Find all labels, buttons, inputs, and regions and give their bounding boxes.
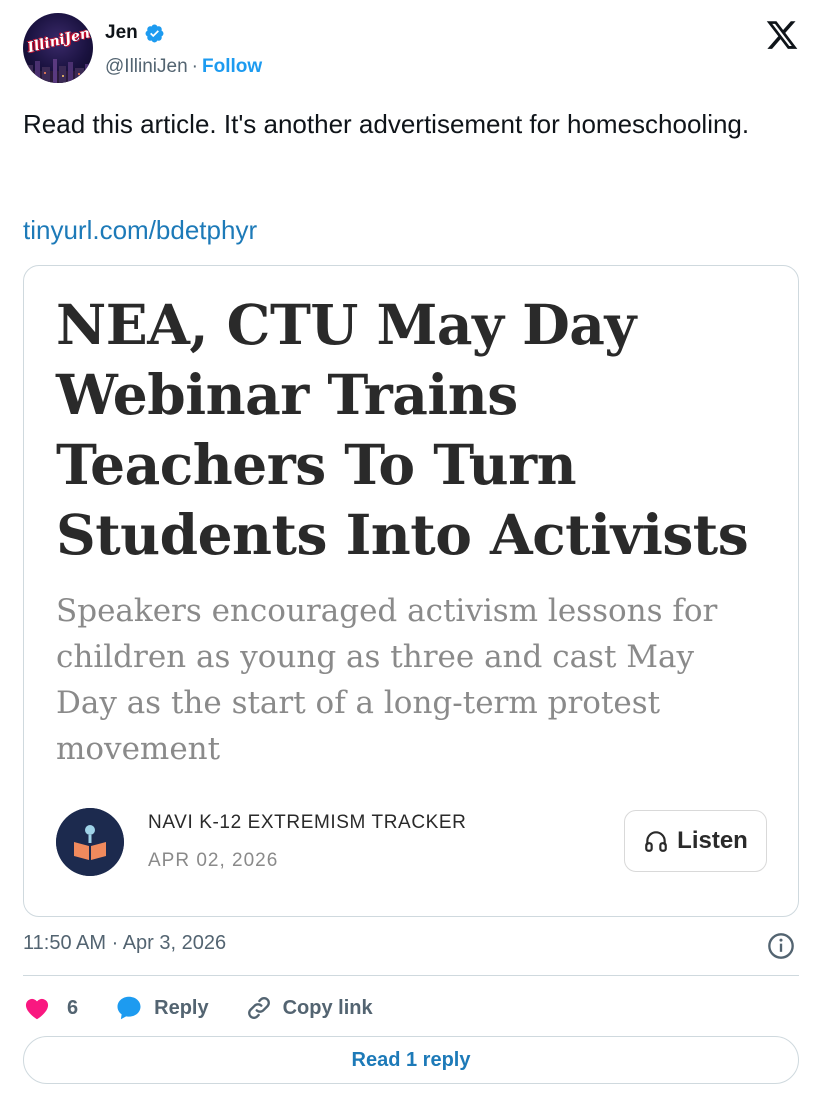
publication-name: NAVI K-12 EXTREMISM TRACKER	[148, 812, 467, 833]
copy-link-label: Copy link	[282, 996, 373, 1019]
publication-date: APR 02, 2026	[148, 850, 279, 871]
headphones-icon	[645, 831, 667, 852]
copy-link-button[interactable]: Copy link	[245, 994, 373, 1022]
avatar-skyline	[23, 59, 93, 83]
heart-icon	[25, 998, 49, 1020]
listen-button[interactable]: Listen	[624, 810, 767, 872]
tweet-timestamp[interactable]: 11:50 AM · Apr 3, 2026	[23, 932, 226, 955]
tweet-link[interactable]: tinyurl.com/bdetphyr	[23, 212, 257, 248]
action-bar: 6 Reply Copy link	[23, 990, 409, 1026]
listen-label: Listen	[677, 827, 748, 854]
reply-label: Reply	[154, 996, 209, 1019]
reply-bubble-icon	[117, 996, 141, 1020]
card-title[interactable]: NEA, CTU May Day Webinar Trains Teachers…	[56, 290, 776, 570]
read-replies-prefix: Read	[351, 1048, 401, 1071]
read-replies-button[interactable]: Read 1 reply	[23, 1036, 799, 1084]
verified-badge-icon	[145, 24, 164, 42]
avatar-logo-text: IlliniJen	[25, 25, 92, 57]
divider	[23, 975, 799, 976]
info-icon[interactable]	[767, 932, 795, 960]
link-preview-card[interactable]: NEA, CTU May Day Webinar Trains Teachers…	[23, 265, 799, 917]
link-icon	[247, 997, 270, 1019]
read-replies-count: 1	[405, 1048, 418, 1071]
tweet-text: Read this article. It's another advertis…	[23, 109, 750, 139]
card-subtitle: Speakers encouraged activism lessons for…	[56, 593, 718, 767]
tweet-header: IlliniJen Jen @IlliniJen · Follow	[23, 12, 803, 84]
reply-button[interactable]: Reply	[114, 993, 209, 1023]
display-name[interactable]: Jen	[105, 22, 138, 44]
publication-logo	[56, 808, 124, 876]
follow-button[interactable]: Follow	[202, 56, 262, 78]
x-logo-icon[interactable]	[765, 18, 799, 52]
like-button[interactable]: 6	[23, 994, 78, 1022]
read-replies-suffix: reply	[422, 1048, 471, 1071]
avatar[interactable]: IlliniJen	[23, 13, 93, 83]
like-count: 6	[67, 996, 79, 1019]
handle-separator: ·	[191, 56, 198, 77]
handle[interactable]: @IlliniJen	[105, 56, 188, 78]
